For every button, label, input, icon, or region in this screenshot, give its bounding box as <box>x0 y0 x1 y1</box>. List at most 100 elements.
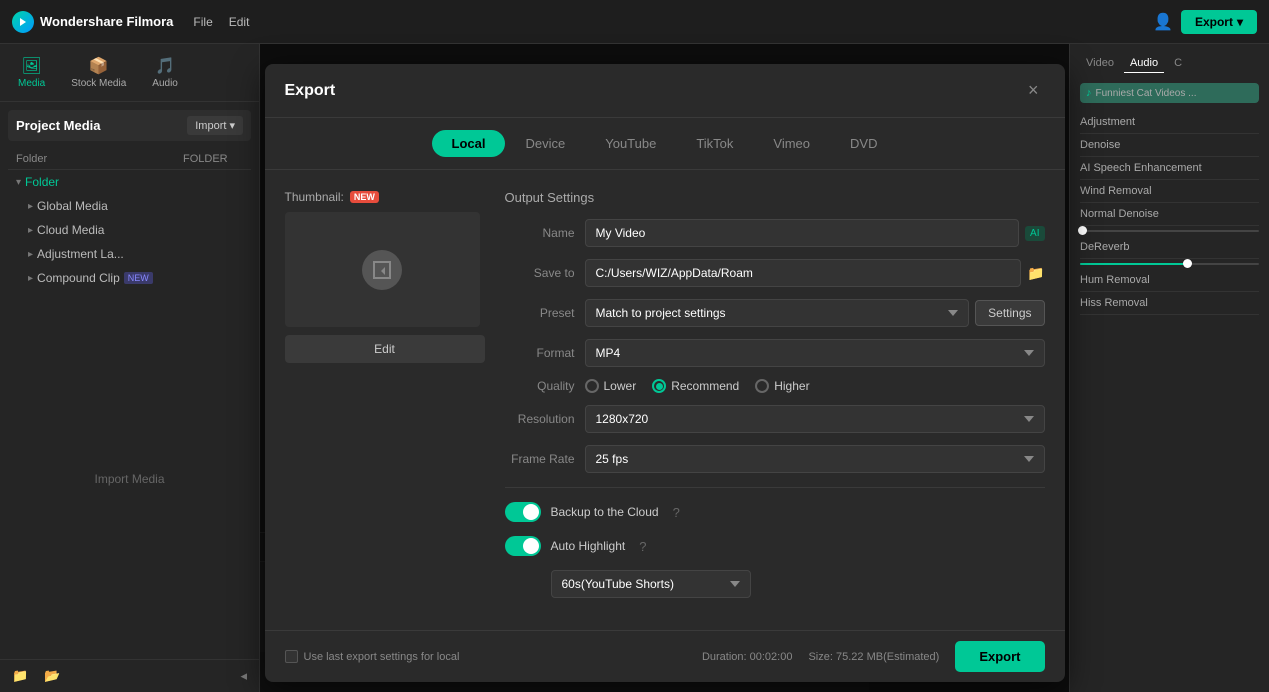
collapse-icon[interactable]: ◂ <box>236 666 251 686</box>
right-panel: Video Audio C ♪ Funniest Cat Videos ... … <box>1069 44 1269 692</box>
normal-denoise-slider[interactable] <box>1080 226 1259 236</box>
tab-media[interactable]: 🖼 Media <box>8 52 55 93</box>
import-button[interactable]: Import ▾ <box>187 116 243 135</box>
preset-label: Preset <box>505 306 575 320</box>
export-top-button[interactable]: Export ▾ <box>1181 10 1257 34</box>
preset-row: Preset Match to project settings Setting… <box>505 299 1045 327</box>
format-row: Format MP4 <box>505 339 1045 367</box>
left-panel: 🖼 Media 📦 Stock Media 🎵 Audio Project Me… <box>0 44 260 692</box>
effect-hum-removal[interactable]: Hum Removal <box>1080 269 1259 292</box>
menu-file[interactable]: File <box>193 15 212 29</box>
sidebar-item-folder[interactable]: ▾ Folder <box>8 170 251 194</box>
tab-tiktok[interactable]: TikTok <box>676 130 753 157</box>
backup-help-icon[interactable]: ? <box>673 505 680 520</box>
new-folder-icon[interactable]: 📂 <box>40 666 64 686</box>
de-reverb-slider[interactable] <box>1080 259 1259 269</box>
stock-tab-icon: 📦 <box>89 56 109 76</box>
slider-track <box>1080 230 1259 232</box>
slider-thumb-2[interactable] <box>1183 259 1192 268</box>
dialog-tabs: Local Device YouTube TikTok Vimeo <box>265 118 1065 170</box>
output-title: Output Settings <box>505 190 1045 205</box>
app-logo: Wondershare Filmora <box>12 11 173 33</box>
toggle-knob-2 <box>523 538 539 554</box>
effect-wind-removal[interactable]: Wind Removal <box>1080 180 1259 203</box>
sidebar-item-global-media[interactable]: ▸ Global Media <box>8 194 251 218</box>
name-input[interactable] <box>585 219 1020 247</box>
folder-header: Folder FOLDER <box>8 149 251 170</box>
save-to-input[interactable] <box>585 259 1022 287</box>
sidebar-item-compound-clip[interactable]: ▸ Compound Clip NEW <box>8 266 251 290</box>
effect-ai-speech[interactable]: AI Speech Enhancement <box>1080 157 1259 180</box>
menu-items: File Edit <box>193 15 249 29</box>
add-folder-icon[interactable]: 📁 <box>8 666 32 686</box>
slider-fill-2 <box>1080 263 1187 265</box>
auto-highlight-select[interactable]: 60s(YouTube Shorts) <box>551 570 751 598</box>
thumbnail-label: Thumbnail: NEW <box>285 190 485 204</box>
tab-device[interactable]: Device <box>505 130 585 157</box>
media-tabs: 🖼 Media 📦 Stock Media 🎵 Audio <box>0 44 259 102</box>
checkbox-row: Use last export settings for local <box>285 650 460 663</box>
tab-stock-media[interactable]: 📦 Stock Media <box>61 52 136 93</box>
quality-recommend[interactable]: Recommend <box>652 379 739 393</box>
panel-tab-audio[interactable]: Audio <box>1124 54 1164 73</box>
last-export-checkbox[interactable] <box>285 650 298 663</box>
quality-higher[interactable]: Higher <box>755 379 809 393</box>
edit-thumbnail-button[interactable]: Edit <box>285 335 485 363</box>
effect-hiss-removal[interactable]: Hiss Removal <box>1080 292 1259 315</box>
panel-tab-c[interactable]: C <box>1168 54 1188 73</box>
tab-youtube[interactable]: YouTube <box>585 130 676 157</box>
effect-normal-denoise[interactable]: Normal Denoise <box>1080 203 1259 226</box>
ai-icon[interactable]: AI <box>1025 226 1044 241</box>
effect-de-reverb[interactable]: DeReverb <box>1080 236 1259 259</box>
resolution-row: Resolution 1280x720 <box>505 405 1045 433</box>
panel-tab-video[interactable]: Video <box>1080 54 1120 73</box>
audio-tab-icon: 🎵 <box>155 56 175 76</box>
format-select[interactable]: MP4 <box>585 339 1045 367</box>
sidebar-section: Project Media Import ▾ Folder FOLDER ▾ F… <box>0 102 259 298</box>
modal-overlay: Export × Local Device YouTube TikTok <box>260 44 1069 692</box>
sidebar-item-cloud-media[interactable]: ▸ Cloud Media <box>8 218 251 242</box>
auto-highlight-label: Auto Highlight <box>551 539 626 553</box>
app-logo-icon <box>12 11 34 33</box>
user-icon[interactable]: 👤 <box>1153 12 1173 32</box>
auto-highlight-toggle[interactable] <box>505 536 541 556</box>
auto-highlight-help-icon[interactable]: ? <box>639 539 646 554</box>
quality-row: Quality Lower Recommend <box>505 379 1045 393</box>
chevron-right-icon: ▸ <box>28 273 33 284</box>
tab-local[interactable]: Local <box>432 130 506 157</box>
radio-higher[interactable] <box>755 379 769 393</box>
open-folder-icon[interactable]: 📁 <box>1027 265 1044 282</box>
radio-lower[interactable] <box>585 379 599 393</box>
chevron-right-icon: ▸ <box>28 201 33 212</box>
close-dialog-button[interactable]: × <box>1022 78 1045 103</box>
export-btn-wrapper: Export ➤ <box>955 641 1044 672</box>
resolution-select[interactable]: 1280x720 <box>585 405 1045 433</box>
tab-dvd[interactable]: DVD <box>830 130 897 157</box>
new-badge: NEW <box>350 191 379 203</box>
frame-rate-select[interactable]: 25 fps <box>585 445 1045 473</box>
new-badge: NEW <box>124 272 153 284</box>
menu-edit[interactable]: Edit <box>229 15 250 29</box>
save-to-input-group: 📁 <box>585 259 1045 287</box>
tab-vimeo[interactable]: Vimeo <box>753 130 830 157</box>
app-name: Wondershare Filmora <box>40 14 173 29</box>
settings-button[interactable]: Settings <box>975 300 1044 326</box>
radio-recommend[interactable] <box>652 379 666 393</box>
tab-audio[interactable]: 🎵 Audio <box>142 52 188 93</box>
effect-denoise[interactable]: Denoise <box>1080 134 1259 157</box>
sidebar-item-adjustment-layer[interactable]: ▸ Adjustment La... <box>8 242 251 266</box>
effect-adjustment[interactable]: Adjustment <box>1080 111 1259 134</box>
divider-1 <box>505 487 1045 488</box>
backup-toggle[interactable] <box>505 502 541 522</box>
quality-lower[interactable]: Lower <box>585 379 637 393</box>
export-dialog-button[interactable]: Export <box>955 641 1044 672</box>
name-label: Name <box>505 226 575 240</box>
preset-select[interactable]: Match to project settings <box>585 299 970 327</box>
dialog-title: Export <box>285 82 336 100</box>
save-to-row: Save to 📁 <box>505 259 1045 287</box>
import-media-area: Import Media <box>0 298 259 659</box>
quality-options: Lower Recommend Higher <box>585 379 810 393</box>
thumbnail-section: Thumbnail: NEW Edit <box>285 190 485 610</box>
slider-thumb[interactable] <box>1078 226 1087 235</box>
dialog-footer: Use last export settings for local Durat… <box>265 630 1065 682</box>
